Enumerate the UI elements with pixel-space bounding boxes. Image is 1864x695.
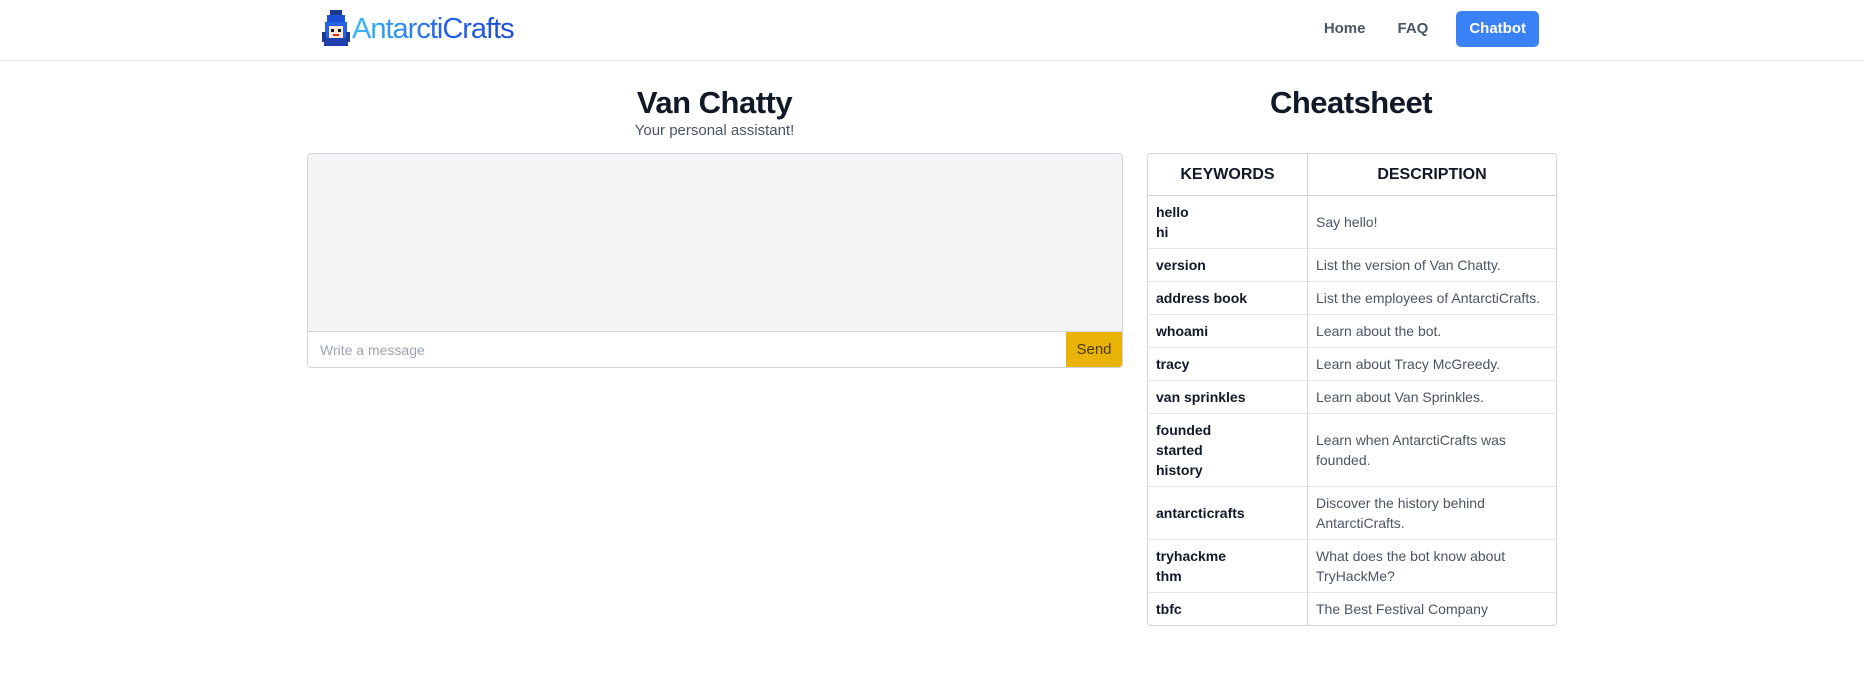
- navbar: AntarctiCrafts Home FAQ Chatbot: [0, 0, 1864, 61]
- keyword: van sprinkles: [1156, 389, 1246, 405]
- description-cell: Discover the history behind AntarctiCraf…: [1307, 486, 1556, 540]
- table-row: address book List the employees of Antar…: [1148, 281, 1556, 315]
- brand-logo[interactable]: AntarctiCrafts: [322, 9, 515, 49]
- chat-message-log[interactable]: [308, 154, 1122, 332]
- table-row: van sprinkles Learn about Van Sprinkles.: [1148, 380, 1556, 414]
- description-cell: Learn about Tracy McGreedy.: [1307, 347, 1556, 381]
- description-cell: Learn when AntarctiCrafts was founded.: [1307, 413, 1556, 487]
- table-row: antarcticrafts Discover the history behi…: [1148, 486, 1556, 540]
- table-row: whoami Learn about the bot.: [1148, 314, 1556, 348]
- nav-faq-link[interactable]: FAQ: [1382, 11, 1445, 47]
- penguin-mascot-icon: [322, 10, 350, 46]
- cheatsheet-table: KEYWORDS DESCRIPTION hello hi Say hello!…: [1147, 153, 1557, 626]
- keyword-cell: hello hi: [1148, 195, 1308, 249]
- keyword: tbfc: [1156, 601, 1182, 617]
- table-row: tryhackme thm What does the bot know abo…: [1148, 539, 1556, 593]
- keyword: hi: [1156, 224, 1169, 240]
- chat-subtitle: Your personal assistant!: [634, 122, 795, 139]
- message-input[interactable]: [308, 332, 1066, 367]
- description-cell: The Best Festival Company: [1307, 592, 1556, 625]
- keyword-cell: version: [1148, 248, 1308, 282]
- keyword: founded: [1156, 422, 1212, 438]
- keyword-cell: antarcticrafts: [1148, 486, 1308, 540]
- description-cell: Learn about Van Sprinkles.: [1307, 380, 1556, 414]
- keyword-cell: address book: [1148, 281, 1308, 315]
- keyword-cell: tryhackme thm: [1148, 539, 1308, 593]
- description-cell: Learn about the bot.: [1307, 314, 1556, 348]
- keywords-column-header: KEYWORDS: [1148, 154, 1308, 196]
- keyword: version: [1156, 257, 1206, 273]
- table-header-row: KEYWORDS DESCRIPTION: [1148, 154, 1556, 196]
- description-column-header: DESCRIPTION: [1307, 154, 1556, 196]
- description-cell: Say hello!: [1316, 214, 1378, 230]
- keyword-cell: founded started history: [1148, 413, 1308, 487]
- chat-title: Van Chatty: [636, 85, 793, 120]
- description-cell: List the version of Van Chatty.: [1307, 248, 1556, 282]
- table-row: version List the version of Van Chatty.: [1148, 248, 1556, 282]
- table-row: founded started history Learn when Antar…: [1148, 413, 1556, 487]
- table-row: tracy Learn about Tracy McGreedy.: [1148, 347, 1556, 381]
- keyword: started: [1156, 442, 1203, 458]
- keyword: address book: [1156, 290, 1248, 306]
- description-cell: What does the bot know about TryHackMe?: [1307, 539, 1556, 593]
- keyword: history: [1156, 462, 1203, 478]
- keyword: whoami: [1156, 323, 1209, 339]
- nav-home-link[interactable]: Home: [1308, 11, 1382, 47]
- keyword: tryhackme: [1156, 548, 1227, 564]
- chat-window: Send: [307, 153, 1123, 368]
- description-cell: List the employees of AntarctiCrafts.: [1307, 281, 1556, 315]
- send-button[interactable]: Send: [1066, 332, 1122, 367]
- keyword: thm: [1156, 568, 1182, 584]
- nav-chatbot-link[interactable]: Chatbot: [1456, 11, 1539, 47]
- brand-name: AntarctiCrafts: [352, 12, 515, 45]
- main-nav: Home FAQ Chatbot: [1308, 11, 1539, 47]
- table-row: hello hi Say hello!: [1148, 195, 1556, 249]
- keyword: tracy: [1156, 356, 1190, 372]
- keyword-cell: van sprinkles: [1148, 380, 1308, 414]
- table-row: tbfc The Best Festival Company: [1148, 592, 1556, 625]
- keyword: antarcticrafts: [1156, 505, 1245, 521]
- keyword: hello: [1156, 204, 1189, 220]
- keyword-cell: tbfc: [1148, 592, 1308, 625]
- keyword-cell: whoami: [1148, 314, 1308, 348]
- keyword-cell: tracy: [1148, 347, 1308, 381]
- cheatsheet-title: Cheatsheet: [1269, 85, 1433, 120]
